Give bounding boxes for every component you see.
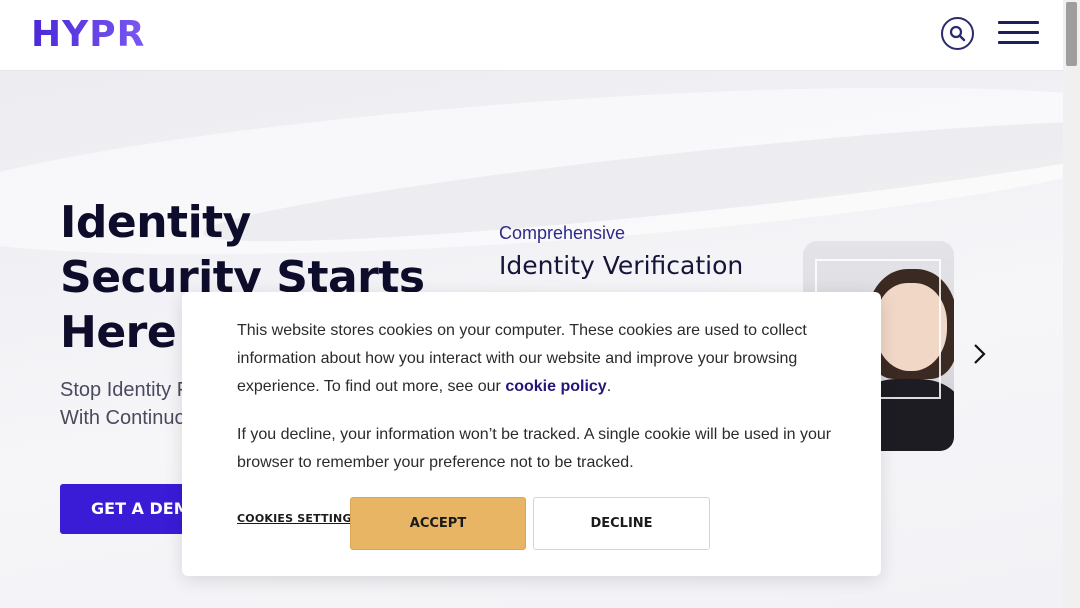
cookie-notice-text: This website stores cookies on your comp… (237, 317, 837, 401)
menu-bar (998, 21, 1039, 24)
hamburger-menu-icon[interactable] (998, 21, 1039, 45)
chevron-right-icon (974, 344, 986, 364)
hypr-logo[interactable]: HYPR (31, 14, 145, 55)
cookie-consent-dialog: This website stores cookies on your comp… (182, 292, 881, 576)
page-scrollbar[interactable] (1063, 0, 1080, 608)
site-header: HYPR (0, 0, 1063, 71)
search-icon (949, 25, 966, 42)
carousel-next-button[interactable] (970, 342, 990, 366)
accept-cookies-button[interactable]: ACCEPT (350, 497, 526, 550)
decline-cookies-button[interactable]: DECLINE (533, 497, 710, 550)
cookies-settings-link[interactable]: COOKIES SETTINGS (237, 512, 360, 525)
search-button[interactable] (941, 17, 974, 50)
slide-title: Identity Verification (499, 251, 744, 280)
scrollbar-thumb[interactable] (1066, 2, 1077, 66)
cookie-decline-notice: If you decline, your information won’t b… (237, 426, 832, 471)
menu-bar (998, 31, 1039, 34)
cookie-notice-text-end: . (606, 378, 612, 395)
menu-bar (998, 41, 1039, 44)
cookie-policy-link[interactable]: cookie policy (505, 378, 606, 395)
slide-kicker: Comprehensive (499, 223, 626, 243)
